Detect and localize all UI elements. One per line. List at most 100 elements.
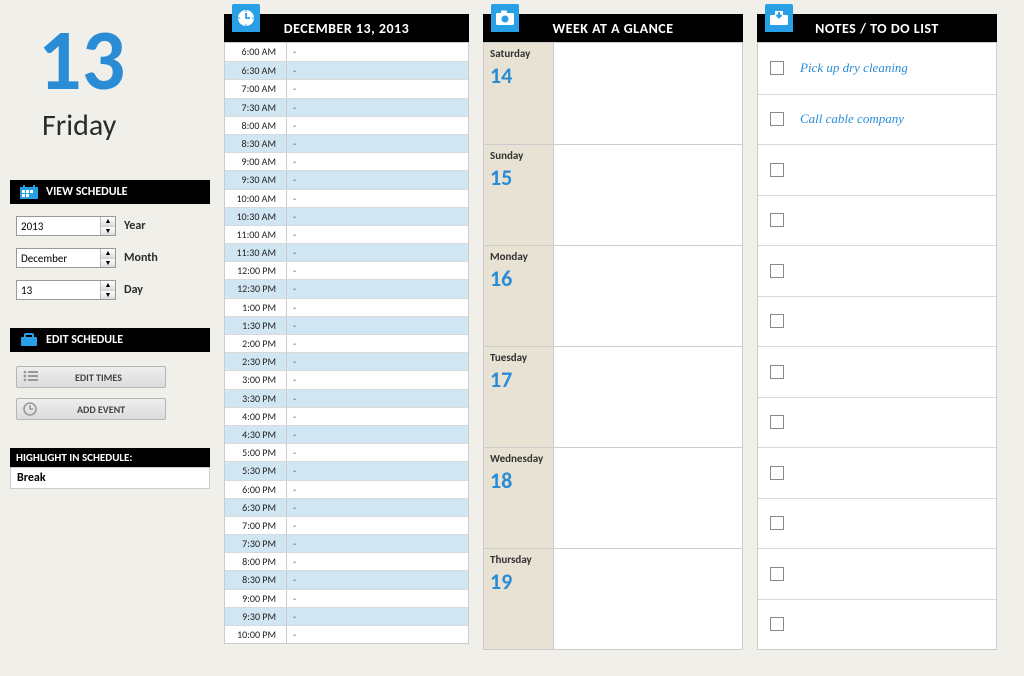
timeslot-row[interactable]: 8:00 AM- xyxy=(225,116,468,134)
todo-row[interactable] xyxy=(758,245,996,296)
todo-checkbox[interactable] xyxy=(770,61,784,75)
timeslot-row[interactable]: 4:00 PM- xyxy=(225,407,468,425)
timeslot-row[interactable]: 10:30 AM- xyxy=(225,207,468,225)
timeslot-value[interactable]: - xyxy=(287,408,468,425)
timeslot-value[interactable]: - xyxy=(287,353,468,370)
timeslot-value[interactable]: - xyxy=(287,535,468,552)
timeslot-value[interactable]: - xyxy=(287,99,468,116)
timeslot-value[interactable]: - xyxy=(287,226,468,243)
week-day-row[interactable]: Monday16 xyxy=(484,245,742,346)
timeslot-value[interactable]: - xyxy=(287,426,468,443)
todo-text[interactable]: Pick up dry cleaning xyxy=(800,60,908,76)
timeslot-value[interactable]: - xyxy=(287,571,468,588)
week-day-content[interactable] xyxy=(554,549,742,649)
timeslot-value[interactable]: - xyxy=(287,62,468,79)
year-spinner[interactable]: 2013 ▲▼ xyxy=(16,216,116,236)
timeslot-row[interactable]: 9:30 AM- xyxy=(225,170,468,188)
timeslot-value[interactable]: - xyxy=(287,444,468,461)
timeslot-row[interactable]: 7:30 AM- xyxy=(225,98,468,116)
timeslot-row[interactable]: 6:30 PM- xyxy=(225,498,468,516)
timeslot-value[interactable]: - xyxy=(287,335,468,352)
timeslot-value[interactable]: - xyxy=(287,171,468,188)
week-day-row[interactable]: Tuesday17 xyxy=(484,346,742,447)
timeslot-row[interactable]: 12:30 PM- xyxy=(225,279,468,297)
timeslot-value[interactable]: - xyxy=(287,117,468,134)
timeslot-value[interactable]: - xyxy=(287,590,468,607)
timeslot-row[interactable]: 9:30 PM- xyxy=(225,607,468,625)
todo-row[interactable] xyxy=(758,599,996,650)
timeslot-value[interactable]: - xyxy=(287,262,468,279)
day-spinner[interactable]: 13 ▲▼ xyxy=(16,280,116,300)
highlight-value[interactable]: Break xyxy=(10,467,210,489)
timeslot-row[interactable]: 4:30 PM- xyxy=(225,425,468,443)
week-day-row[interactable]: Sunday15 xyxy=(484,144,742,245)
todo-checkbox[interactable] xyxy=(770,112,784,126)
timeslot-row[interactable]: 10:00 PM- xyxy=(225,625,468,643)
timeslot-value[interactable]: - xyxy=(287,371,468,388)
timeslot-value[interactable]: - xyxy=(287,80,468,97)
week-day-content[interactable] xyxy=(554,448,742,548)
timeslot-value[interactable]: - xyxy=(287,481,468,498)
timeslot-row[interactable]: 5:30 PM- xyxy=(225,461,468,479)
timeslot-row[interactable]: 12:00 PM- xyxy=(225,261,468,279)
timeslot-value[interactable]: - xyxy=(287,153,468,170)
timeslot-row[interactable]: 6:00 PM- xyxy=(225,480,468,498)
timeslot-value[interactable]: - xyxy=(287,499,468,516)
timeslot-row[interactable]: 1:00 PM- xyxy=(225,298,468,316)
timeslot-row[interactable]: 7:30 PM- xyxy=(225,534,468,552)
week-day-row[interactable]: Wednesday18 xyxy=(484,447,742,548)
timeslot-value[interactable]: - xyxy=(287,317,468,334)
timeslot-value[interactable]: - xyxy=(287,462,468,479)
timeslot-value[interactable]: - xyxy=(287,553,468,570)
timeslot-row[interactable]: 1:30 PM- xyxy=(225,316,468,334)
timeslot-value[interactable]: - xyxy=(287,280,468,297)
timeslot-value[interactable]: - xyxy=(287,517,468,534)
timeslot-row[interactable]: 8:00 PM- xyxy=(225,552,468,570)
week-day-content[interactable] xyxy=(554,347,742,447)
timeslot-row[interactable]: 2:00 PM- xyxy=(225,334,468,352)
timeslot-row[interactable]: 2:30 PM- xyxy=(225,352,468,370)
todo-checkbox[interactable] xyxy=(770,567,784,581)
week-day-row[interactable]: Thursday19 xyxy=(484,548,742,649)
todo-row[interactable] xyxy=(758,195,996,246)
todo-text[interactable]: Call cable company xyxy=(800,111,904,127)
todo-row[interactable]: Call cable company xyxy=(758,94,996,145)
timeslot-row[interactable]: 10:00 AM- xyxy=(225,189,468,207)
todo-checkbox[interactable] xyxy=(770,415,784,429)
month-spinner[interactable]: December ▲▼ xyxy=(16,248,116,268)
todo-checkbox[interactable] xyxy=(770,314,784,328)
timeslot-row[interactable]: 6:30 AM- xyxy=(225,61,468,79)
timeslot-row[interactable]: 9:00 AM- xyxy=(225,152,468,170)
timeslot-row[interactable]: 8:30 AM- xyxy=(225,134,468,152)
week-day-content[interactable] xyxy=(554,145,742,245)
timeslot-value[interactable]: - xyxy=(287,608,468,625)
timeslot-value[interactable]: - xyxy=(287,135,468,152)
edit-times-button[interactable]: EDIT TIMES xyxy=(16,366,166,388)
todo-checkbox[interactable] xyxy=(770,617,784,631)
todo-checkbox[interactable] xyxy=(770,516,784,530)
todo-row[interactable] xyxy=(758,498,996,549)
timeslot-value[interactable]: - xyxy=(287,390,468,407)
todo-checkbox[interactable] xyxy=(770,163,784,177)
timeslot-row[interactable]: 3:00 PM- xyxy=(225,370,468,388)
add-event-button[interactable]: ADD EVENT xyxy=(16,398,166,420)
todo-row[interactable] xyxy=(758,397,996,448)
week-day-row[interactable]: Saturday14 xyxy=(484,43,742,144)
todo-row[interactable] xyxy=(758,296,996,347)
todo-row[interactable] xyxy=(758,548,996,599)
timeslot-row[interactable]: 5:00 PM- xyxy=(225,443,468,461)
timeslot-row[interactable]: 3:30 PM- xyxy=(225,389,468,407)
todo-row[interactable] xyxy=(758,447,996,498)
timeslot-value[interactable]: - xyxy=(287,190,468,207)
timeslot-row[interactable]: 11:00 AM- xyxy=(225,225,468,243)
timeslot-row[interactable]: 8:30 PM- xyxy=(225,570,468,588)
timeslot-value[interactable]: - xyxy=(287,299,468,316)
timeslot-row[interactable]: 11:30 AM- xyxy=(225,243,468,261)
todo-checkbox[interactable] xyxy=(770,264,784,278)
timeslot-row[interactable]: 7:00 AM- xyxy=(225,79,468,97)
week-day-content[interactable] xyxy=(554,246,742,346)
week-day-content[interactable] xyxy=(554,43,742,144)
timeslot-value[interactable]: - xyxy=(287,244,468,261)
timeslot-row[interactable]: 7:00 PM- xyxy=(225,516,468,534)
todo-checkbox[interactable] xyxy=(770,365,784,379)
